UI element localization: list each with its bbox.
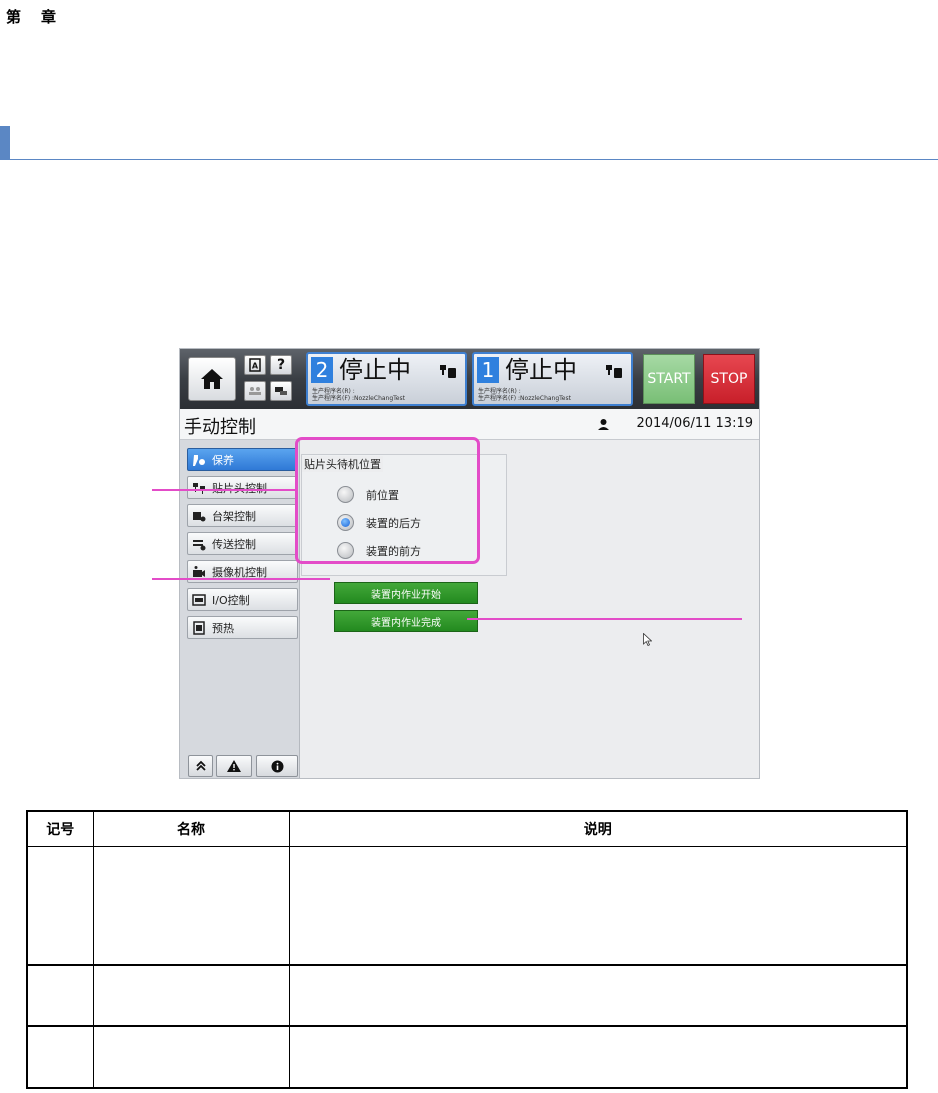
home-icon [201,369,223,389]
stop-button[interactable]: STOP [703,354,755,404]
lane-number: 2 [311,357,333,383]
io-icon [192,593,206,607]
preheat-icon [192,620,206,635]
table-cell [288,1025,908,1089]
legend-table: 记号 名称 说明 [26,810,908,1089]
column-header-symbol: 记号 [26,810,94,847]
conveyor-icon [192,537,206,551]
info-button[interactable] [256,755,298,777]
sidebar-item-preheat[interactable]: 预热 [187,616,298,639]
sidebar-item-label: 保养 [212,453,234,467]
user-icon [598,419,609,430]
lane-1-status[interactable]: 1 停止中 生产程序名(R) : 生产程序名(F) :NozzleChangTe… [472,352,633,406]
date-time: 2014/06/11 13:19 [636,416,753,431]
screen-title-bar: 手动控制 2014/06/11 13:19 [180,409,759,440]
start-button[interactable]: START [643,354,695,404]
warning-icon [227,760,241,772]
lane-program-info: 生产程序名(R) : 生产程序名(F) :NozzleChangTest [312,388,405,402]
section-rule [10,159,938,160]
lane-2-status[interactable]: 2 停止中 生产程序名(R) : 生产程序名(F) :NozzleChangTe… [306,352,467,406]
operator-icon [249,387,261,395]
sidebar-item-label: 台架控制 [212,509,256,523]
mouse-cursor-icon [643,633,652,646]
section-header-bar [0,126,938,160]
annotation-highlight-box [295,437,480,564]
chapter-heading: 第章 [6,6,58,27]
annotation-leader-line [467,618,742,620]
table-cell [26,845,94,966]
chapter-prefix: 第 [6,8,24,26]
table-cell [26,1025,94,1089]
lane-program-info: 生产程序名(R) : 生产程序名(F) :NozzleChangTest [478,388,571,402]
start-internal-work-button[interactable]: 装置内作业开始 [334,582,478,604]
screen-title: 手动控制 [184,417,256,438]
sidebar-item-maintenance[interactable]: 保养 [187,448,298,471]
maintenance-icon [192,453,206,467]
table-row [26,964,908,1027]
section-accent [0,126,10,160]
warning-button[interactable] [216,755,252,777]
table-cell [92,964,290,1027]
column-header-description: 说明 [288,810,908,847]
sidebar-item-conveyor-control[interactable]: 传送控制 [187,532,298,555]
svg-text:A: A [252,362,259,371]
sidebar-item-label: 贴片头控制 [212,481,267,495]
chapter-suffix: 章 [41,8,59,26]
language-icon: A [249,358,261,372]
double-chevron-up-icon [195,760,206,771]
network-icon [275,387,287,395]
placement-head-icon [606,365,622,378]
info-icon [271,760,283,772]
home-button[interactable] [188,357,236,401]
collapse-button[interactable] [188,755,213,777]
top-toolbar: A ? 2 停止中 生产程序名(R) : 生产程序名(F) :NozzleCha… [180,349,759,409]
table-row [26,1025,908,1089]
table-cell [92,1025,290,1089]
placement-head-icon [440,365,456,378]
table-header-row: 记号 名称 说明 [26,810,908,847]
annotation-leader-line [152,489,297,491]
lane-state: 停止中 [339,356,411,384]
sidebar-item-label: 预热 [212,621,234,635]
language-button[interactable]: A [244,355,266,375]
column-header-name: 名称 [92,810,290,847]
operator-button[interactable] [244,381,266,401]
lane-number: 1 [477,357,499,383]
help-label: ? [276,357,286,373]
sidebar-item-gantry-control[interactable]: 台架控制 [187,504,298,527]
network-button[interactable] [270,381,292,401]
table-cell [26,964,94,1027]
table-cell [288,845,908,966]
table-cell [288,964,908,1027]
table-row [26,845,908,966]
finish-internal-work-button[interactable]: 装置内作业完成 [334,610,478,632]
camera-icon [192,565,206,579]
sidebar-item-label: 传送控制 [212,537,256,551]
sidebar-item-head-control[interactable]: 贴片头控制 [187,476,298,499]
head-icon [192,481,206,495]
gantry-icon [192,509,206,523]
sidebar-item-io-control[interactable]: I/O控制 [187,588,298,611]
lane-state: 停止中 [505,356,577,384]
help-button[interactable]: ? [270,355,292,375]
sidebar-item-label: I/O控制 [212,593,250,607]
annotation-leader-line [152,578,330,580]
table-cell [92,845,290,966]
